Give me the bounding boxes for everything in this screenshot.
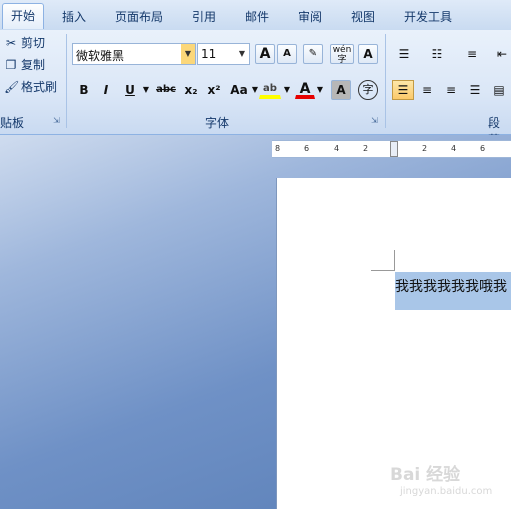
margin-crop-mark bbox=[371, 270, 395, 271]
font-size-combo[interactable]: 11 ▼ bbox=[197, 43, 250, 65]
numbering-icon[interactable]: ☷ bbox=[425, 44, 449, 64]
margin-crop-mark bbox=[394, 250, 395, 270]
superscript-button[interactable]: x² bbox=[204, 80, 224, 100]
copy-icon: ❐ bbox=[5, 58, 17, 72]
chevron-down-icon[interactable]: ▼ bbox=[315, 80, 325, 100]
character-border-button[interactable]: A bbox=[358, 44, 378, 64]
justify-button[interactable]: ☰ bbox=[464, 80, 486, 100]
align-right-button[interactable]: ≡ bbox=[440, 80, 462, 100]
clipboard-launcher-icon[interactable]: ⇲ bbox=[53, 116, 62, 125]
chevron-down-icon[interactable]: ▼ bbox=[235, 44, 249, 64]
shrink-font-button[interactable]: A bbox=[277, 44, 297, 64]
horizontal-ruler[interactable]: 8 6 4 2 2 4 6 bbox=[272, 140, 511, 158]
ribbon: ✂ 剪切 ❐ 复制 🖌 格式刷 贴板 ⇲ 微软雅黑 ▼ 11 ▼ A A ✎ wén 字… bbox=[0, 30, 511, 147]
align-center-button[interactable]: ≡ bbox=[416, 80, 438, 100]
chevron-down-icon[interactable]: ▼ bbox=[181, 44, 195, 64]
tab-view[interactable]: 视图 bbox=[351, 8, 375, 25]
change-case-button[interactable]: Aa bbox=[227, 80, 251, 100]
character-shading-button[interactable]: A bbox=[331, 80, 351, 100]
chevron-down-icon[interactable]: ▼ bbox=[140, 80, 152, 100]
tab-references[interactable]: 引用 bbox=[192, 8, 216, 25]
subscript-button[interactable]: x₂ bbox=[181, 80, 201, 100]
indent-marker[interactable] bbox=[390, 141, 398, 157]
format-painter-button[interactable]: 🖌 格式刷 bbox=[4, 78, 57, 96]
tab-mailings[interactable]: 邮件 bbox=[245, 8, 269, 25]
tab-developer[interactable]: 开发工具 bbox=[404, 8, 452, 25]
decrease-indent-icon[interactable]: ⇤ bbox=[493, 44, 511, 64]
tab-insert[interactable]: 插入 bbox=[62, 8, 86, 25]
bold-button[interactable]: B bbox=[74, 80, 94, 100]
ribbon-tab-bar: 开始 插入 页面布局 引用 邮件 审阅 视图 开发工具 bbox=[0, 0, 511, 31]
font-name-combo[interactable]: 微软雅黑 ▼ bbox=[72, 43, 196, 65]
tab-home[interactable]: 开始 bbox=[2, 3, 45, 29]
strikethrough-button[interactable]: abc bbox=[154, 80, 178, 100]
bullets-icon[interactable]: ☰ bbox=[392, 44, 416, 64]
group-divider bbox=[385, 34, 386, 128]
scissors-icon: ✂ bbox=[5, 36, 17, 50]
selected-text-block[interactable]: 我我我我我我哦我 bbox=[395, 272, 511, 310]
clear-format-icon[interactable]: ✎ bbox=[303, 44, 323, 64]
cut-button[interactable]: ✂ 剪切 bbox=[4, 34, 45, 52]
chevron-down-icon[interactable]: ▼ bbox=[282, 80, 292, 100]
phonetic-guide-button[interactable]: wén 字 bbox=[330, 44, 354, 65]
font-launcher-icon[interactable]: ⇲ bbox=[371, 116, 380, 125]
copy-button[interactable]: ❐ 复制 bbox=[4, 56, 45, 74]
font-group-label: 字体 bbox=[205, 116, 230, 130]
highlight-button[interactable]: ab bbox=[259, 79, 281, 99]
watermark-url: jingyan.baidu.com bbox=[400, 486, 493, 497]
multilevel-list-icon[interactable]: ≡ bbox=[460, 44, 484, 64]
enclose-characters-button[interactable]: 字 bbox=[358, 80, 378, 100]
group-divider bbox=[66, 34, 67, 128]
align-left-button[interactable]: ☰ bbox=[392, 80, 414, 100]
italic-button[interactable]: I bbox=[96, 80, 116, 100]
grow-font-button[interactable]: A bbox=[255, 44, 275, 64]
watermark-logo: Bai 经验 bbox=[390, 465, 461, 485]
font-color-button[interactable]: A bbox=[295, 79, 315, 99]
tab-page-layout[interactable]: 页面布局 bbox=[115, 8, 163, 25]
tab-review[interactable]: 审阅 bbox=[298, 8, 322, 25]
brush-icon: 🖌 bbox=[4, 80, 20, 94]
clipboard-group-label: 贴板 bbox=[0, 116, 25, 130]
underline-button[interactable]: U bbox=[120, 80, 140, 100]
distributed-align-button[interactable]: ▤ bbox=[488, 80, 510, 100]
